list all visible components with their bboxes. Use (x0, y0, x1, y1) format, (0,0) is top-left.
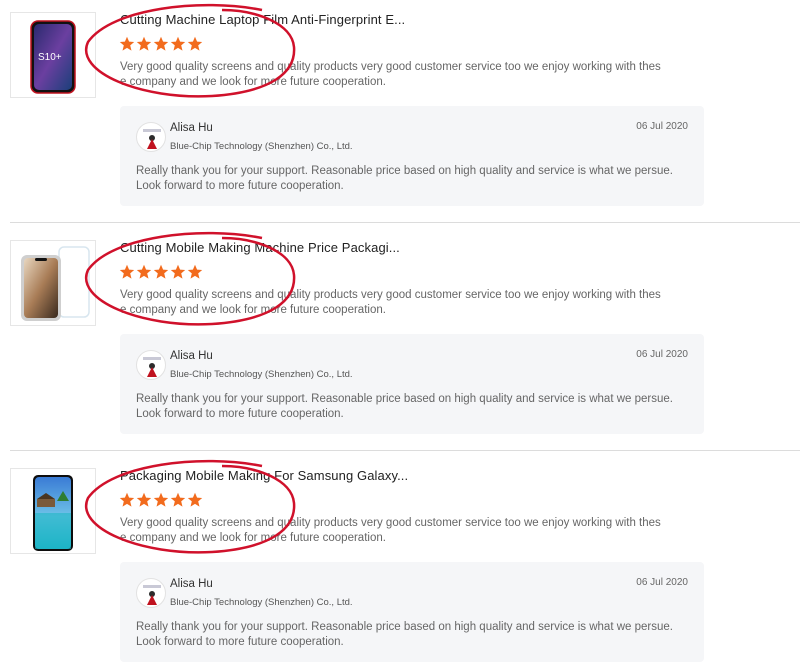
star-icon (187, 264, 203, 279)
star-icon (170, 492, 186, 507)
star-icon (136, 492, 152, 507)
reply-text: Really thank you for your support. Reaso… (136, 164, 696, 194)
review-text-line: Very good quality screens and quality pr… (120, 517, 661, 529)
review-text-line: e company and we look for more future co… (120, 76, 386, 88)
reply-date: 06 Jul 2020 (636, 349, 688, 360)
review-text-line: e company and we look for more future co… (120, 532, 386, 544)
avatar (136, 578, 166, 608)
seller-reply: Alisa Hu Blue-Chip Technology (Shenzhen)… (120, 562, 704, 662)
star-icon (153, 36, 169, 51)
product-title-link[interactable]: Cutting Machine Laptop Film Anti-Fingerp… (120, 12, 405, 27)
reply-company: Blue-Chip Technology (Shenzhen) Co., Ltd… (170, 597, 353, 608)
reply-date: 06 Jul 2020 (636, 121, 688, 132)
product-thumbnail[interactable] (10, 468, 96, 554)
star-icon (136, 36, 152, 51)
star-icon (119, 264, 135, 279)
reply-text-line: Look forward to more future cooperation. (136, 408, 344, 420)
review-text: Very good quality screens and quality pr… (120, 60, 680, 90)
product-title-link[interactable]: Packaging Mobile Making For Samsung Gala… (120, 468, 408, 483)
star-icon (153, 264, 169, 279)
reply-author-name: Alisa Hu (170, 350, 213, 362)
reply-author-name: Alisa Hu (170, 578, 213, 590)
reply-text-line: Really thank you for your support. Reaso… (136, 393, 673, 405)
avatar (136, 350, 166, 380)
product-thumbnail[interactable]: S10+ (10, 12, 96, 98)
reply-text: Really thank you for your support. Reaso… (136, 620, 696, 650)
review-text-line: Very good quality screens and quality pr… (120, 61, 661, 73)
reply-text-line: Look forward to more future cooperation. (136, 180, 344, 192)
reply-text-line: Look forward to more future cooperation. (136, 636, 344, 648)
star-icon (153, 492, 169, 507)
thumb-label: S10+ (38, 52, 62, 63)
seller-reply: Alisa Hu Blue-Chip Technology (Shenzhen)… (120, 334, 704, 434)
product-thumbnail[interactable] (10, 240, 96, 326)
review-text: Very good quality screens and quality pr… (120, 516, 680, 546)
review-text-line: Very good quality screens and quality pr… (120, 289, 661, 301)
reply-company: Blue-Chip Technology (Shenzhen) Co., Ltd… (170, 141, 353, 152)
star-icon (187, 36, 203, 51)
review-text: Very good quality screens and quality pr… (120, 288, 680, 318)
reply-author-name: Alisa Hu (170, 122, 213, 134)
samsung-galaxy-image (33, 475, 73, 551)
reply-text-line: Really thank you for your support. Reaso… (136, 165, 673, 177)
reply-date: 06 Jul 2020 (636, 577, 688, 588)
divider (10, 222, 800, 223)
avatar (136, 122, 166, 152)
divider (10, 450, 800, 451)
star-icon (119, 36, 135, 51)
star-icon (187, 492, 203, 507)
star-icon (136, 264, 152, 279)
iphone-image (21, 246, 90, 321)
star-rating (119, 36, 203, 52)
product-title-link[interactable]: Cutting Mobile Making Machine Price Pack… (120, 240, 400, 255)
star-rating (119, 264, 203, 280)
star-icon (170, 36, 186, 51)
reply-company: Blue-Chip Technology (Shenzhen) Co., Ltd… (170, 369, 353, 380)
reply-text: Really thank you for your support. Reaso… (136, 392, 696, 422)
star-icon (119, 492, 135, 507)
reply-text-line: Really thank you for your support. Reaso… (136, 621, 673, 633)
avatar-image (143, 357, 161, 377)
star-rating (119, 492, 203, 508)
avatar-image (143, 585, 161, 605)
avatar-image (143, 129, 161, 149)
star-icon (170, 264, 186, 279)
seller-reply: Alisa Hu Blue-Chip Technology (Shenzhen)… (120, 106, 704, 206)
review-text-line: e company and we look for more future co… (120, 304, 386, 316)
phone-screen-protector-image: S10+ (30, 20, 76, 94)
